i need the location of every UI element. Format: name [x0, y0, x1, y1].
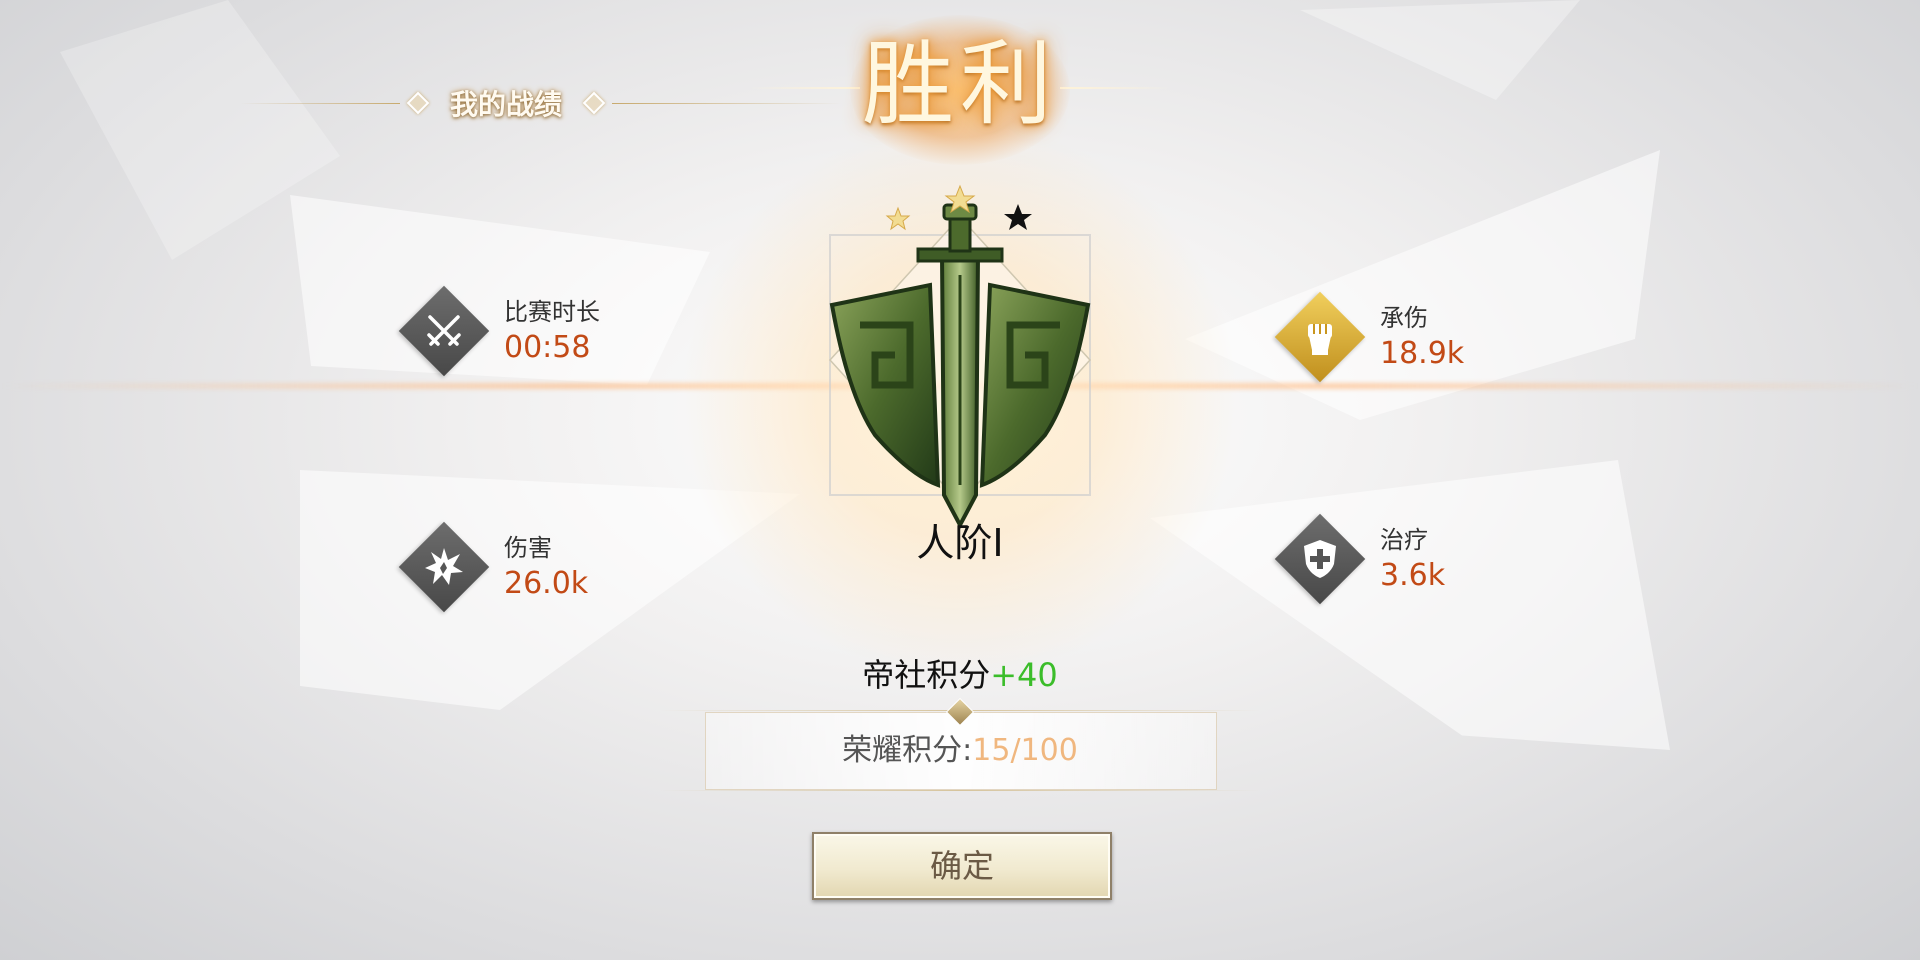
victory-title: 胜利 [861, 31, 1058, 138]
honor-value: 15/100 [972, 733, 1078, 768]
rank-star-filled [944, 184, 976, 214]
stat-healing: 治疗 3.6k [1274, 513, 1446, 605]
section-title: 我的战绩 [450, 88, 563, 121]
stat-healing-label: 治疗 [1380, 526, 1428, 554]
victory-banner: 胜利 [750, 15, 1170, 165]
header-line-right [612, 102, 843, 104]
honor-line-bottom [660, 790, 1260, 791]
points-delta: +40 [990, 656, 1058, 694]
honor-label: 荣耀积分: [842, 733, 973, 768]
rank-star-empty [1004, 204, 1032, 230]
honor-bar: 荣耀积分:15/100 [660, 697, 1260, 792]
stat-duration-label: 比赛时长 [504, 298, 600, 326]
stat-damage-value: 26.0k [504, 566, 589, 601]
header-line-left [240, 102, 400, 104]
explosion-icon [398, 521, 490, 613]
stat-duration: 比赛时长 00:58 [398, 285, 600, 377]
stat-damage-taken-label: 承伤 [1380, 304, 1428, 332]
fist-icon [1274, 291, 1366, 383]
stat-damage-taken: 承伤 18.9k [1274, 291, 1465, 383]
diamond-ornament-icon [582, 91, 606, 115]
points-gain: 帝社积分+40 [760, 650, 1160, 696]
stat-damage: 伤害 26.0k [398, 521, 589, 613]
confirm-button[interactable]: 确定 [812, 832, 1112, 900]
honor-text: 荣耀积分:15/100 [705, 725, 1215, 769]
rank-star-filled [885, 206, 911, 231]
diamond-ornament-icon [406, 91, 430, 115]
bg-shard [1150, 460, 1670, 750]
rank-name: 人阶I [916, 521, 1004, 565]
stat-duration-value: 00:58 [504, 330, 591, 365]
shield-cross-icon [1274, 513, 1366, 605]
points-label: 帝社积分 [862, 656, 991, 694]
section-header: 我的战绩 [240, 85, 843, 121]
stat-damage-label: 伤害 [504, 534, 552, 562]
bg-shard [1300, 0, 1580, 100]
rank-stars [885, 184, 1032, 231]
crossed-swords-icon [398, 285, 490, 377]
stat-damage-taken-value: 18.9k [1380, 336, 1465, 371]
stat-healing-value: 3.6k [1380, 558, 1446, 593]
